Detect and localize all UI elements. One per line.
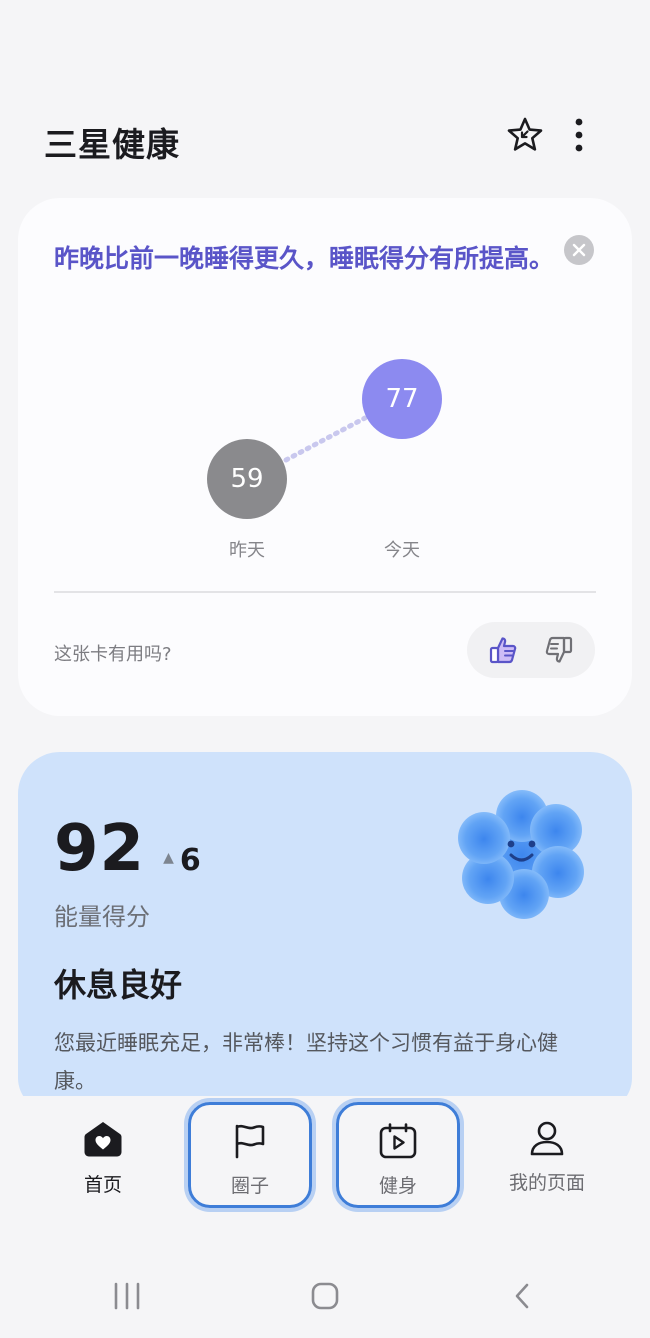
system-navigation-bar xyxy=(0,1256,650,1338)
person-icon xyxy=(530,1121,564,1156)
favorite-button[interactable] xyxy=(502,112,548,158)
recents-button[interactable] xyxy=(103,1276,151,1316)
nav-label-fitness: 健身 xyxy=(378,1175,417,1197)
score-change-value: 6 xyxy=(179,843,201,878)
yesterday-score-bubble: 59 xyxy=(207,439,287,519)
close-icon xyxy=(572,243,586,257)
rest-status-description: 您最近睡眠充足，非常棒！坚持这个习惯有益于身心健康。 xyxy=(54,1031,558,1093)
home-button-icon xyxy=(311,1282,339,1310)
thumbs-up-button[interactable] xyxy=(483,630,523,670)
score-change: ▲ 6 xyxy=(163,843,201,878)
recents-icon xyxy=(114,1282,140,1310)
thumbs-up-icon xyxy=(489,637,517,664)
card-divider xyxy=(54,591,596,593)
samsung-health-app: 三星健康 昨晚比前一晚睡得更久，睡眠得分有所提高。 59 77 昨天 今天 这张… xyxy=(0,0,650,1338)
nav-label-home: 首页 xyxy=(83,1174,122,1196)
more-options-button[interactable] xyxy=(562,112,596,158)
thumbs-down-icon xyxy=(545,636,573,663)
home-system-button[interactable] xyxy=(301,1276,349,1316)
sleep-insight-message: 昨晚比前一晚睡得更久，睡眠得分有所提高。 xyxy=(54,244,555,273)
home-heart-icon xyxy=(84,1122,122,1157)
dismiss-card-button[interactable] xyxy=(564,235,594,265)
feedback-question: 这张卡有用吗? xyxy=(54,644,172,665)
feedback-buttons xyxy=(467,622,595,678)
nav-tab-fitness[interactable]: 健身 xyxy=(336,1102,460,1208)
nav-label-my-page: 我的页面 xyxy=(508,1172,585,1194)
energy-score-label: 能量得分 xyxy=(54,903,150,931)
trend-dotted-line xyxy=(283,415,368,463)
rest-status-title: 休息良好 xyxy=(54,966,183,1004)
nav-tab-home[interactable]: 首页 xyxy=(41,1102,165,1208)
nav-label-together: 圈子 xyxy=(230,1175,269,1197)
calendar-play-icon xyxy=(379,1123,417,1159)
back-button[interactable] xyxy=(498,1276,546,1316)
sleep-score-comparison: 59 77 昨天 今天 xyxy=(18,348,632,588)
more-vertical-icon xyxy=(575,118,583,152)
energy-score-value: 92 xyxy=(54,812,146,886)
bottom-navigation: 首页 圈子 健身 我的页面 xyxy=(0,1096,650,1222)
energy-score-row: 92 ▲ 6 xyxy=(54,812,201,892)
app-header: 三星健康 xyxy=(0,100,650,180)
today-score-bubble: 77 xyxy=(362,359,442,439)
flag-icon xyxy=(235,1124,265,1159)
back-icon xyxy=(515,1283,529,1309)
nav-tab-together[interactable]: 圈子 xyxy=(188,1102,312,1208)
nav-tab-my-page[interactable]: 我的页面 xyxy=(485,1102,609,1208)
thumbs-down-button[interactable] xyxy=(539,630,579,670)
up-triangle-icon: ▲ xyxy=(163,850,174,866)
energy-score-card[interactable]: 92 ▲ 6 能量得分 休息良好 您最近睡眠充足，非常棒！坚持这个习惯有益于身心… xyxy=(18,752,632,1112)
energy-cloud-mascot-icon xyxy=(458,790,584,919)
star-pin-icon xyxy=(507,117,543,151)
yesterday-label: 昨天 xyxy=(229,540,265,561)
today-label: 今天 xyxy=(384,540,420,561)
page-title: 三星健康 xyxy=(44,125,180,164)
sleep-insight-card[interactable]: 昨晚比前一晚睡得更久，睡眠得分有所提高。 59 77 昨天 今天 这张卡有用吗? xyxy=(18,198,632,716)
